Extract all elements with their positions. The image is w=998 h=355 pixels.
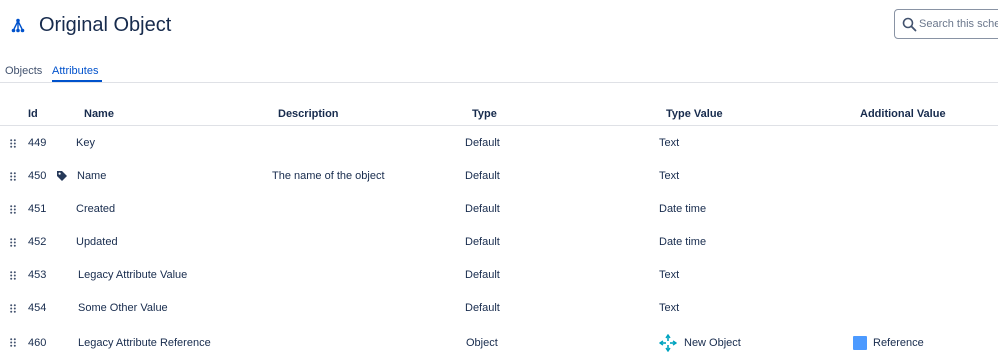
table-row[interactable]: 452 Updated Default Date time (0, 226, 998, 259)
table-row[interactable]: 449 Key Default Text (0, 127, 998, 160)
object-type-icon (659, 334, 677, 352)
row-type: Default (465, 269, 500, 281)
drag-handle-icon[interactable] (10, 271, 16, 280)
drag-handle-icon[interactable] (10, 172, 16, 181)
row-name: Legacy Attribute Reference (78, 337, 211, 349)
table-row[interactable]: 453 Legacy Attribute Value Default Text (0, 259, 998, 292)
row-id: 449 (28, 137, 47, 149)
row-name: Updated (76, 236, 118, 248)
row-type: Default (465, 236, 500, 248)
page-title: Original Object (39, 14, 172, 36)
row-type-value: Text (659, 269, 680, 281)
drag-handle-icon[interactable] (10, 238, 16, 247)
row-name: Key (76, 137, 95, 149)
label-tag-icon (57, 171, 67, 181)
row-type: Object (466, 337, 498, 349)
row-type-value: Text (659, 137, 680, 149)
column-header-type[interactable]: Type (472, 108, 497, 120)
tab-attributes[interactable]: Attributes (52, 65, 98, 77)
column-header-id[interactable]: Id (28, 108, 38, 120)
schema-icon (11, 18, 25, 33)
column-header-description[interactable]: Description (278, 108, 339, 120)
drag-handle-icon[interactable] (10, 139, 16, 148)
active-tab-indicator (52, 80, 102, 82)
row-name: Created (76, 203, 116, 215)
row-type-value: Date time (659, 203, 707, 215)
table-row[interactable]: 450 Name The name of the object Default … (0, 160, 998, 193)
drag-handle-icon[interactable] (10, 338, 16, 347)
search-box[interactable] (894, 9, 998, 39)
drag-handle-icon[interactable] (10, 304, 16, 313)
row-type: Default (465, 137, 500, 149)
column-header-type-value[interactable]: Type Value (666, 108, 723, 120)
search-icon (902, 17, 917, 32)
row-type-value[interactable]: New Object (684, 337, 741, 349)
row-description: The name of the object (272, 170, 385, 182)
row-id: 451 (28, 203, 47, 215)
drag-handle-icon[interactable] (10, 205, 16, 214)
row-id: 450 (28, 170, 47, 182)
row-id: 452 (28, 236, 47, 248)
row-type: Default (465, 203, 500, 215)
row-additional-value: Reference (873, 337, 924, 349)
tab-bar: Objects Attributes (0, 62, 998, 83)
row-type: Default (465, 170, 500, 182)
row-id: 460 (28, 337, 47, 349)
row-name: Name (77, 170, 107, 182)
table-row[interactable]: 454 Some Other Value Default Text (0, 292, 998, 325)
row-type-value: Text (659, 170, 680, 182)
column-header-additional-value[interactable]: Additional Value (860, 108, 946, 120)
tab-objects[interactable]: Objects (5, 65, 42, 77)
column-header-name[interactable]: Name (84, 108, 114, 120)
row-id: 453 (28, 269, 47, 281)
row-type: Default (465, 302, 500, 314)
row-name: Some Other Value (78, 302, 168, 314)
reference-color-swatch (853, 336, 867, 350)
page-header: Original Object (0, 0, 998, 56)
search-input[interactable] (919, 15, 998, 33)
table-row[interactable]: 460 Legacy Attribute Reference Object Ne… (0, 326, 998, 355)
row-type-value: Text (659, 302, 680, 314)
table-row[interactable]: 451 Created Default Date time (0, 193, 998, 226)
row-id: 454 (28, 302, 47, 314)
row-type-value: Date time (659, 236, 707, 248)
row-name: Legacy Attribute Value (78, 269, 188, 281)
header-divider (0, 125, 998, 126)
